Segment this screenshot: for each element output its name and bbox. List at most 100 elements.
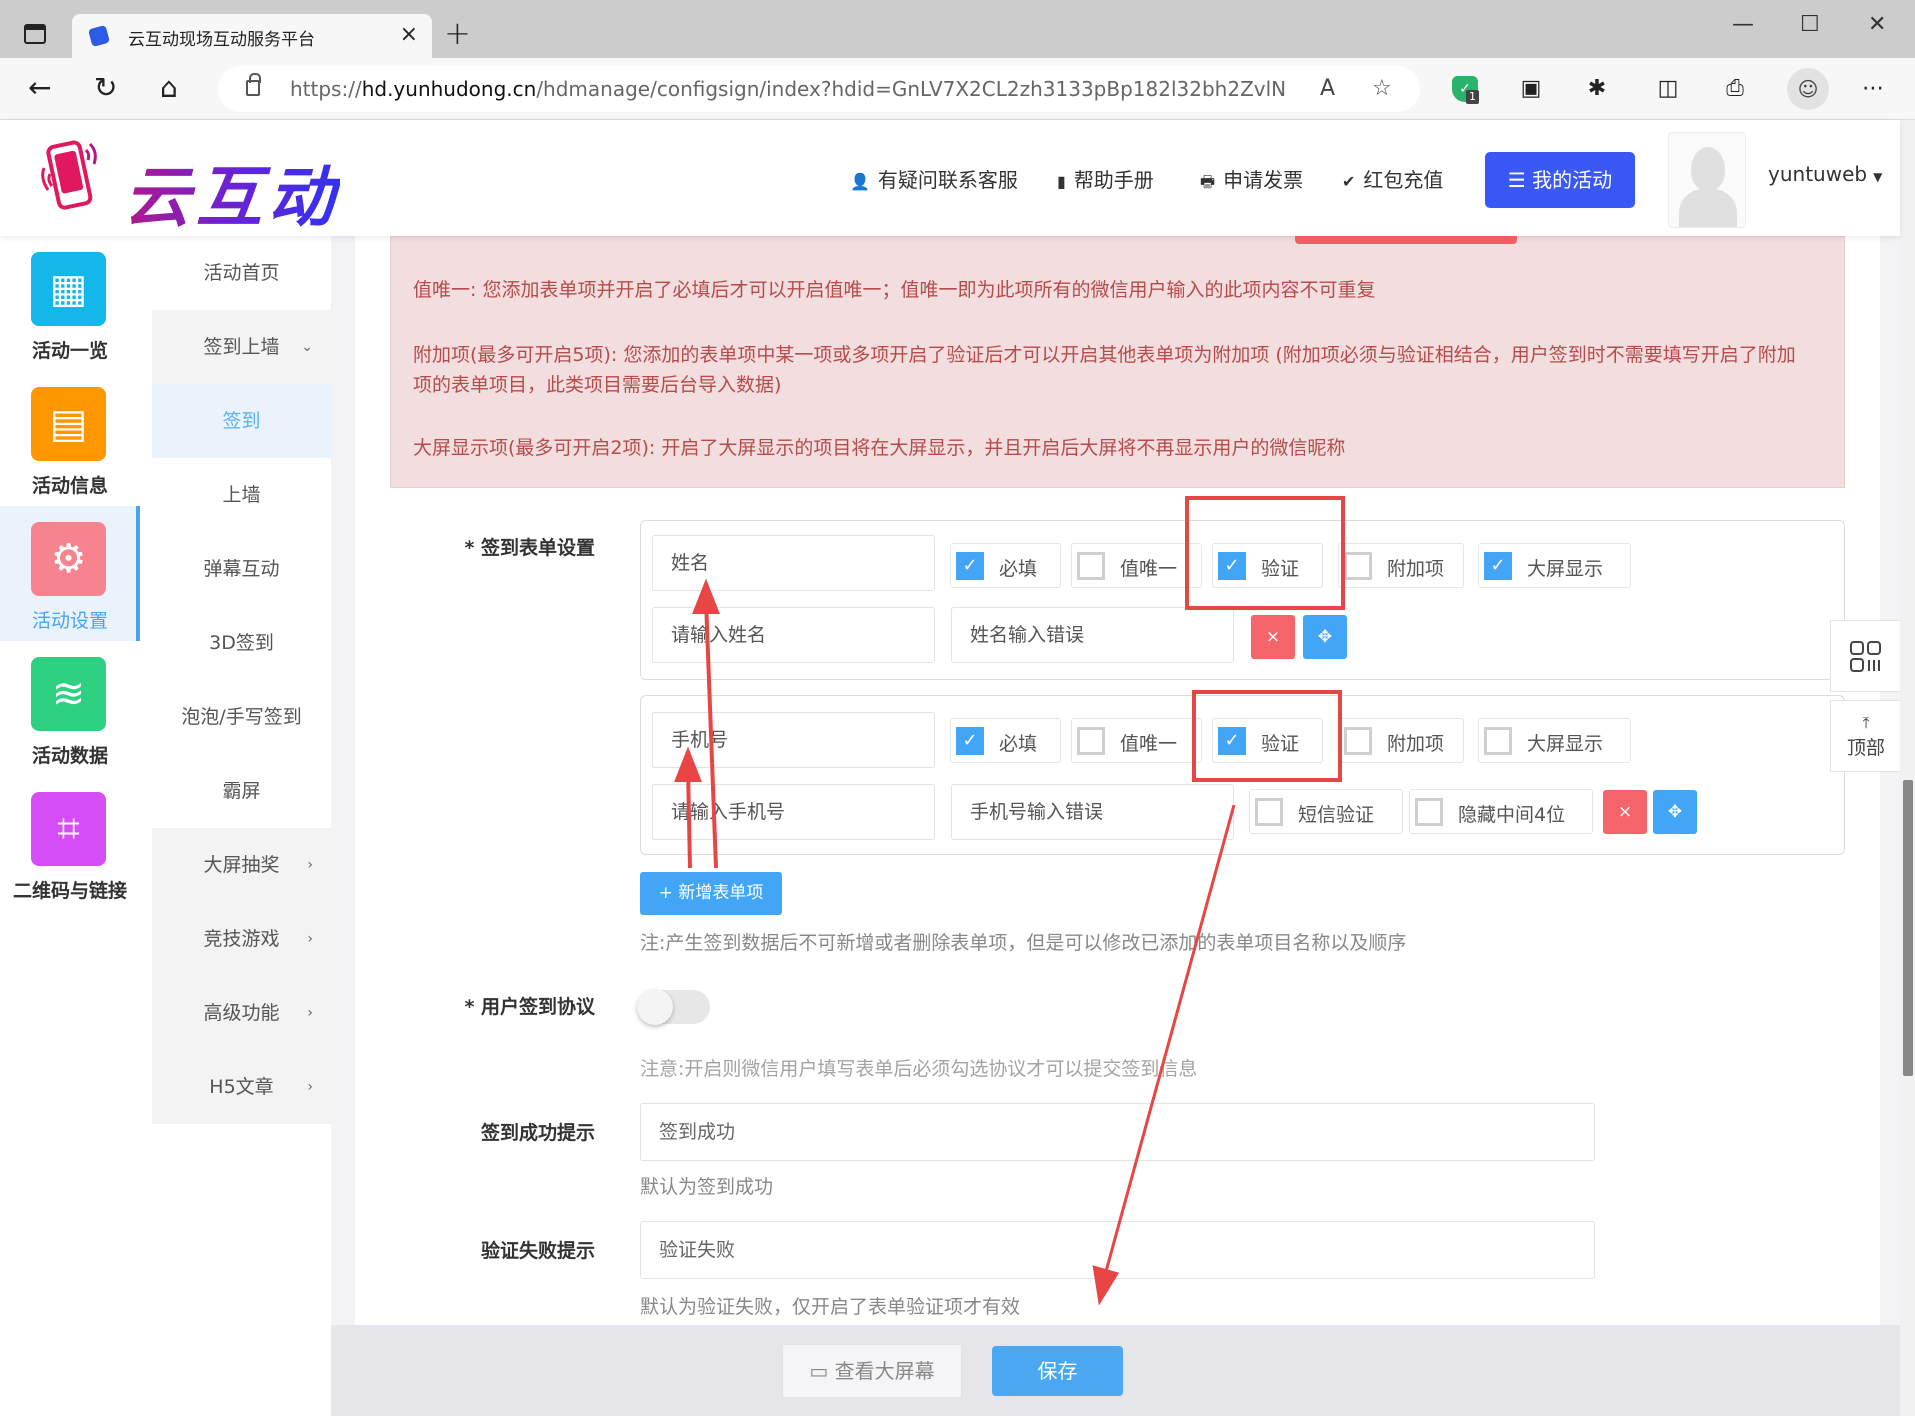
delete-field-button[interactable]: × xyxy=(1603,790,1647,834)
printer-icon: 🖶 xyxy=(1200,172,1216,191)
field-name-input[interactable]: 手机号 xyxy=(652,712,935,768)
profile-icon[interactable]: ☺ xyxy=(1787,68,1829,110)
form-field-card: 姓名 ✓ 必填 值唯一 ✓ 验证 附加项 ✓ 大屏显示 请输入姓名 姓名输入错误 × … xyxy=(640,520,1845,680)
red-packet-recharge-link[interactable]: ✔ 红包充值 xyxy=(1342,164,1443,193)
extensions-puzzle-icon[interactable]: ✱ xyxy=(1584,76,1610,102)
new-tab-button[interactable]: + xyxy=(444,14,471,52)
favorite-add-icon[interactable]: ☆ xyxy=(1372,76,1392,101)
verify-checkbox[interactable]: ✓ 验证 xyxy=(1212,718,1323,763)
unique-checkbox[interactable]: 值唯一 xyxy=(1071,543,1202,588)
chevron-down-icon: ⌄ xyxy=(301,339,313,355)
screenshot-icon[interactable]: ⎙ xyxy=(1722,76,1748,102)
scrollbar-thumb[interactable] xyxy=(1903,780,1913,1076)
bigscreen-checkbox[interactable]: ✓ 大屏显示 xyxy=(1478,543,1631,588)
success-prompt-note: 默认为签到成功 xyxy=(640,1176,774,1198)
read-aloud-icon[interactable]: A xyxy=(1320,76,1335,101)
nav-activity-settings[interactable]: ⚙ 活动设置 xyxy=(0,506,140,641)
sub-item-3d-signin[interactable]: 3D签到 xyxy=(152,606,331,680)
logo-text[interactable]: 云互动 xyxy=(124,144,340,240)
refresh-icon[interactable]: ↻ xyxy=(94,72,117,104)
delete-field-button[interactable]: × xyxy=(1251,615,1295,659)
maximize-button[interactable]: ☐ xyxy=(1800,12,1820,37)
sub-item-wall[interactable]: 上墙 xyxy=(152,458,331,532)
minimize-button[interactable]: — xyxy=(1732,12,1754,37)
bigscreen-checkbox[interactable]: 大屏显示 xyxy=(1478,718,1631,763)
help-manual-link[interactable]: ▮ 帮助手册 xyxy=(1057,164,1154,193)
sidebar-toggle-icon[interactable] xyxy=(24,24,46,44)
user-plus-icon: 👤 xyxy=(850,172,870,191)
error-message-input[interactable]: 姓名输入错误 xyxy=(951,607,1234,663)
user-menu[interactable]: yuntuweb ▼ xyxy=(1768,162,1882,186)
hide-middle-digits-checkbox[interactable]: 隐藏中间4位 xyxy=(1409,789,1593,834)
contact-support-link[interactable]: 👤 有疑问联系客服 xyxy=(850,164,1018,193)
required-checkbox[interactable]: ✓ 必填 xyxy=(950,543,1061,588)
signin-form-label: * 签到表单设置 xyxy=(464,537,595,559)
window-close-button[interactable]: ✕ xyxy=(1868,12,1886,37)
chevron-right-icon: › xyxy=(307,1079,313,1095)
sub-item-games[interactable]: 竞技游戏 › xyxy=(152,902,331,976)
split-screen-icon[interactable]: ◫ xyxy=(1655,76,1681,102)
lock-icon xyxy=(246,73,261,96)
addon-checkbox[interactable]: 附加项 xyxy=(1338,718,1464,763)
back-icon[interactable]: ← xyxy=(28,72,51,104)
nav-qrcode-links[interactable]: ⌗ 二维码与链接 xyxy=(0,776,140,911)
addon-checkbox[interactable]: 附加项 xyxy=(1338,543,1464,588)
home-icon[interactable]: ⌂ xyxy=(160,72,178,104)
qr-tool-button[interactable] xyxy=(1830,620,1902,692)
move-field-handle[interactable]: ✥ xyxy=(1303,615,1347,659)
alert-bigscreen-note: 大屏显示项(最多可开启2项): 开启了大屏显示的项目将在大屏显示，并且开启后大屏… xyxy=(413,437,1346,459)
placeholder-input[interactable]: 请输入手机号 xyxy=(652,784,935,840)
back-to-top-button[interactable]: ⤒ 顶部 xyxy=(1830,700,1902,772)
nav-activity-overview[interactable]: ▦ 活动一览 xyxy=(0,236,140,371)
browser-tab-active[interactable]: 云互动现场互动服务平台 × xyxy=(72,14,432,58)
fail-prompt-input[interactable]: 验证失败 xyxy=(640,1221,1595,1279)
back-to-top-label: 顶部 xyxy=(1846,737,1885,759)
avatar[interactable] xyxy=(1668,132,1746,228)
add-form-item-button[interactable]: + 新增表单项 xyxy=(640,872,782,915)
sub-item-lottery[interactable]: 大屏抽奖 › xyxy=(152,828,331,902)
laptop-icon: ▭ xyxy=(809,1359,835,1383)
error-message-input[interactable]: 手机号输入错误 xyxy=(951,784,1234,840)
url-text: https://hd.yunhudong.cn/hdmanage/configs… xyxy=(290,77,1287,101)
verify-checkbox[interactable]: ✓ 验证 xyxy=(1212,543,1323,588)
move-field-handle[interactable]: ✥ xyxy=(1653,790,1697,834)
sub-item-bubble-signin[interactable]: 泡泡/手写签到 xyxy=(152,680,331,754)
placeholder-input[interactable]: 请输入姓名 xyxy=(652,607,935,663)
success-prompt-input[interactable]: 签到成功 xyxy=(640,1103,1595,1161)
invoice-link[interactable]: 🖶 申请发票 xyxy=(1200,164,1303,198)
page-scrollbar[interactable] xyxy=(1900,120,1915,1416)
sms-verify-checkbox[interactable]: 短信验证 xyxy=(1249,789,1403,834)
checkbox-empty-icon xyxy=(1344,552,1372,580)
unique-checkbox[interactable]: 值唯一 xyxy=(1071,718,1202,763)
sub-item-activity-home[interactable]: 活动首页 xyxy=(152,236,331,310)
view-big-screen-button[interactable]: ▭ 查看大屏幕 xyxy=(782,1344,962,1398)
required-checkbox[interactable]: ✓ 必填 xyxy=(950,718,1061,763)
extension-icon[interactable]: ▣ xyxy=(1518,76,1544,102)
security-extension-icon[interactable]: ✓ 1 xyxy=(1452,76,1479,104)
add-item-note: 注:产生签到数据后不可新增或者删除表单项，但是可以修改已添加的表单项目名称以及顺… xyxy=(640,932,1407,954)
url-input[interactable]: https://hd.yunhudong.cn/hdmanage/configs… xyxy=(218,66,1420,112)
sub-item-signin-wall[interactable]: 签到上墙 ⌄ xyxy=(152,310,331,384)
field-name-input[interactable]: 姓名 xyxy=(652,535,935,591)
header-tab-indicator xyxy=(1295,236,1517,244)
agreement-toggle[interactable] xyxy=(637,989,710,1025)
nav-label: 二维码与链接 xyxy=(12,880,127,902)
arrow-top-icon: ⤒ xyxy=(1862,713,1870,732)
toggle-knob xyxy=(637,989,673,1025)
address-bar-row: ← ↻ ⌂ https://hd.yunhudong.cn/hdmanage/c… xyxy=(0,58,1915,120)
tab-close-icon[interactable]: × xyxy=(400,22,418,47)
grid-icon: ▦ xyxy=(31,252,106,326)
nav-activity-info[interactable]: ▤ 活动信息 xyxy=(0,371,140,506)
my-activity-button[interactable]: ☰ 我的活动 xyxy=(1485,152,1635,208)
success-prompt-label: 签到成功提示 xyxy=(480,1122,595,1144)
sub-item-dominate-screen[interactable]: 霸屏 xyxy=(152,754,331,828)
sub-item-danmaku[interactable]: 弹幕互动 xyxy=(152,532,331,606)
chevron-right-icon: › xyxy=(307,931,313,947)
nav-activity-data[interactable]: ≋ 活动数据 xyxy=(0,641,140,776)
sub-item-advanced[interactable]: 高级功能 › xyxy=(152,976,331,1050)
save-button[interactable]: 保存 xyxy=(992,1346,1123,1396)
more-menu-icon[interactable]: ⋯ xyxy=(1860,76,1886,102)
book-icon: ▮ xyxy=(1057,172,1066,191)
sub-item-signin[interactable]: 签到 xyxy=(152,384,331,458)
sub-item-h5-article[interactable]: H5文章 › xyxy=(152,1050,331,1124)
